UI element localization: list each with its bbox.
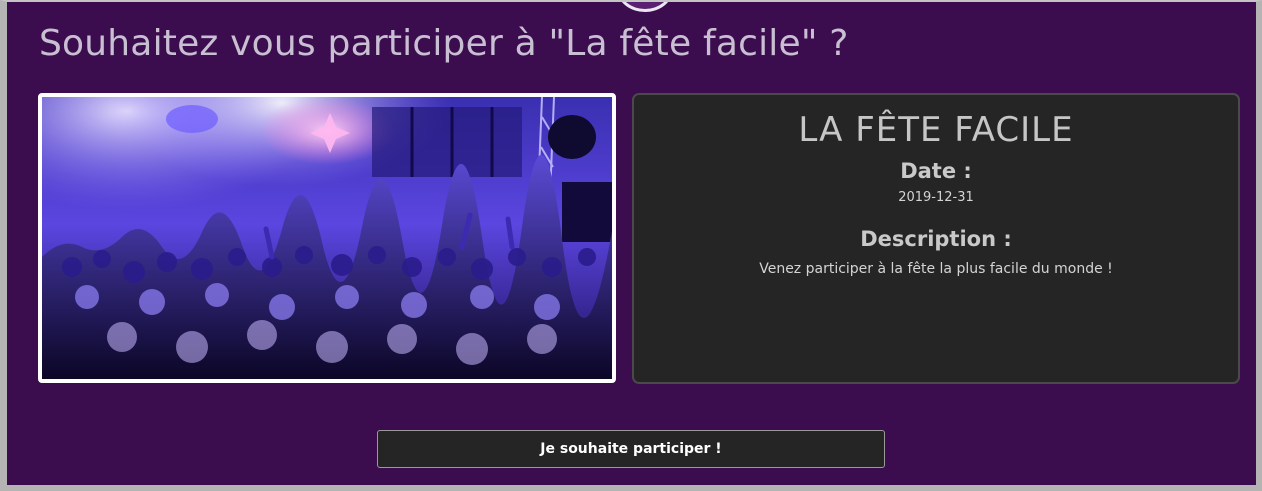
event-details-card: LA FÊTE FACILE Date : 2019-12-31 Descrip… [632, 93, 1240, 384]
page-title: Souhaitez vous participer à "La fête fac… [39, 23, 849, 64]
page-container: Souhaitez vous participer à "La fête fac… [0, 0, 1262, 491]
party-crowd-image [42, 97, 612, 379]
event-name: LA FÊTE FACILE [798, 110, 1074, 150]
participate-button[interactable]: Je souhaite participer ! [377, 430, 885, 468]
date-label: Date : [900, 159, 972, 183]
description-value: Venez participer à la fête la plus facil… [759, 261, 1113, 277]
date-value: 2019-12-31 [898, 190, 974, 205]
description-label: Description : [860, 227, 1012, 251]
event-photo [38, 93, 616, 383]
logo [617, 2, 673, 12]
